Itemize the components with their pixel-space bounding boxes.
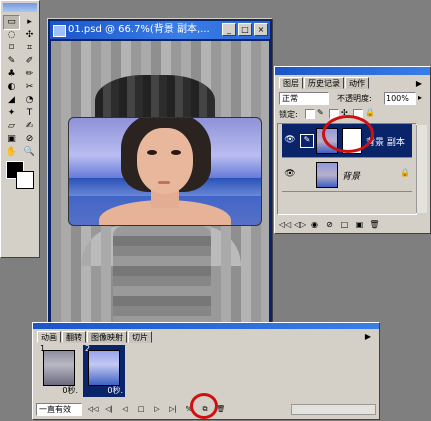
tab-rollover[interactable]: 翻转 bbox=[62, 331, 86, 343]
toolbox: ▭ ▸ ◌ ✣ ⌑ ⌗ ✎ ✐ ♣ ✏ ◐ ✂ ◢ ◔ ✦ T ▱ ✍ ▣ ⊘ ✋ 🔍 bbox=[0, 0, 40, 258]
lock-label: 锁定: bbox=[279, 110, 298, 119]
layers-tabs: 图层 历史记录 动作 bbox=[279, 77, 370, 90]
toolbox-header bbox=[3, 3, 37, 12]
maximize-button[interactable]: □ bbox=[238, 23, 252, 36]
highlight-circle-layer-mask bbox=[322, 115, 374, 153]
loop-options-select[interactable]: 一直有效 bbox=[36, 403, 82, 416]
pixelated-body bbox=[113, 226, 211, 324]
mask-icon[interactable]: ⊘ bbox=[324, 219, 335, 231]
tab-history[interactable]: 历史记录 bbox=[304, 77, 344, 89]
visibility-eye-icon[interactable]: 👁 bbox=[284, 134, 296, 146]
delete-layer-icon[interactable]: 🗑 bbox=[369, 219, 380, 231]
close-button[interactable]: × bbox=[254, 23, 268, 36]
frame-thumbnail bbox=[43, 350, 75, 386]
tab-actions[interactable]: 动作 bbox=[345, 77, 369, 89]
palette-menu-arrow-icon[interactable]: ▶ bbox=[414, 79, 424, 89]
animation-scrollbar[interactable] bbox=[291, 404, 376, 415]
brush-link-icon[interactable]: ✎ bbox=[300, 134, 314, 148]
play-icon[interactable]: ▷ bbox=[151, 404, 163, 415]
color-swatches[interactable] bbox=[4, 159, 38, 189]
layer-thumbnail bbox=[316, 162, 338, 188]
visibility-eye-icon[interactable]: 👁 bbox=[284, 168, 296, 180]
left-eye bbox=[147, 150, 157, 155]
prev-frame-icon[interactable]: ◁ bbox=[119, 404, 131, 415]
mouth bbox=[158, 181, 170, 184]
document-title: 01.psd @ 66.7%(背景 副本,... bbox=[68, 24, 210, 35]
animation-controls: ◁◁ ◁| ◁ □ ▷ ▷|% ⧉ 🗑 bbox=[85, 323, 285, 421]
photoshop-doc-icon bbox=[53, 25, 66, 37]
frame-delay[interactable]: 0秒. bbox=[62, 385, 78, 396]
next-layer-icon[interactable]: ◁▷ bbox=[294, 219, 306, 231]
animation-menu-arrow-icon[interactable]: ▶ bbox=[363, 332, 373, 342]
new-layer-icon[interactable]: ▣ bbox=[354, 219, 365, 231]
palette-titlebar[interactable] bbox=[275, 67, 430, 75]
next-frame-icon[interactable]: ▷| bbox=[167, 404, 179, 415]
tab-animation[interactable]: 动画 bbox=[37, 331, 61, 343]
document-titlebar[interactable]: 01.psd @ 66.7%(背景 副本,... _ □ × bbox=[50, 21, 270, 39]
lock-transparency-checkbox[interactable] bbox=[305, 109, 315, 119]
face bbox=[137, 128, 193, 194]
layer-style-icon[interactable]: ◉ bbox=[309, 219, 320, 231]
layer-lock-icon: 🔒 bbox=[400, 168, 410, 177]
stop-icon[interactable]: □ bbox=[135, 404, 147, 415]
opacity-field[interactable]: 100% bbox=[384, 92, 416, 105]
padlock-icon[interactable]: 🔒 bbox=[365, 108, 375, 117]
clear-photo-selection bbox=[68, 117, 262, 226]
layer-row-background[interactable]: 👁 背景 🔒 bbox=[282, 158, 412, 192]
opacity-arrow-icon[interactable]: ▸ bbox=[418, 93, 422, 102]
right-eye bbox=[171, 150, 181, 155]
tab-layers[interactable]: 图层 bbox=[279, 77, 303, 89]
animation-frame-1[interactable]: 1 0秒. bbox=[38, 344, 80, 397]
zoom-tool-icon[interactable]: 🔍 bbox=[21, 145, 38, 160]
first-layer-icon[interactable]: ◁◁ bbox=[279, 219, 291, 231]
highlight-circle-duplicate-frame bbox=[190, 393, 218, 419]
new-set-icon[interactable]: □ bbox=[339, 219, 350, 231]
layers-scrollbar[interactable] bbox=[416, 125, 427, 213]
brush-lock-icon[interactable]: ✎ bbox=[317, 108, 324, 117]
layer-name: 背景 bbox=[342, 172, 361, 182]
background-color[interactable] bbox=[16, 171, 34, 189]
blend-mode-select[interactable]: 正常 bbox=[279, 92, 329, 105]
blend-opacity-row: 正常 不透明度: 100% ▸ bbox=[279, 92, 426, 106]
rewind-icon[interactable]: ◁◁ bbox=[87, 404, 99, 415]
minimize-button[interactable]: _ bbox=[222, 23, 236, 36]
layers-bottom-toolbar: ◁◁ ◁▷ ◉ ⊘ □ ▣ 🗑 bbox=[277, 217, 427, 233]
opacity-label: 不透明度: bbox=[337, 94, 372, 103]
hand-tool-icon[interactable]: ✋ bbox=[3, 145, 20, 160]
first-frame-icon[interactable]: ◁| bbox=[103, 404, 115, 415]
